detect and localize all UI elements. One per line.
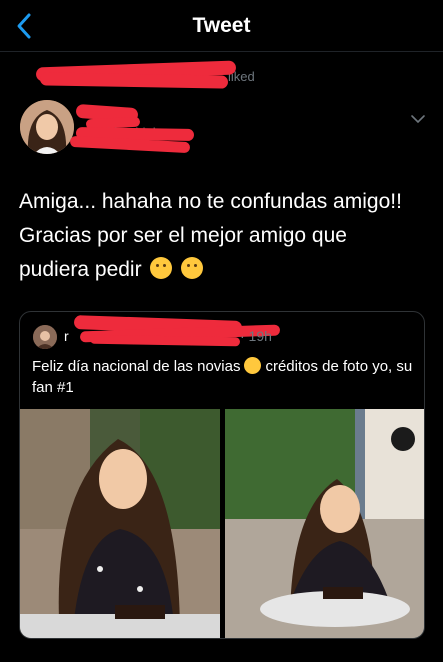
smiling-face-with-hearts-icon [244,357,262,374]
social-context[interactable]: liked [35,60,280,89]
page-title: Tweet [192,14,251,37]
redaction-scribble [39,72,229,89]
tweet-text-fragment: pudiera pedir [19,258,142,281]
avatar [33,325,57,349]
photo[interactable] [20,409,220,638]
quoted-timestamp: · 19h [240,328,272,344]
avatar[interactable] [20,100,74,154]
top-bar: Tweet [0,0,443,52]
quoted-author-name: r [64,328,69,344]
relieved-face-icon [181,257,204,279]
tweet-text-line: pudiera pedir [19,253,427,287]
tweet-text-line: Amiga... hahaha no te confundas amigo!! [19,190,402,213]
tweet-text-line: Gracias por ser el mejor amigo que [19,224,347,247]
photo[interactable] [225,409,424,638]
chevron-down-icon[interactable] [410,112,426,124]
redaction-scribble [89,334,241,347]
tweet-text: Amiga... hahaha no te confundas amigo!! … [19,185,427,287]
quoted-tweet-text: Feliz día nacional de las novias créditos… [32,356,416,398]
quoted-tweet-card[interactable]: r · 19h Feliz día nacional de las novias… [19,311,425,639]
kissing-face-icon [150,257,173,279]
quoted-text-part: Feliz día nacional de las novias [32,358,241,375]
